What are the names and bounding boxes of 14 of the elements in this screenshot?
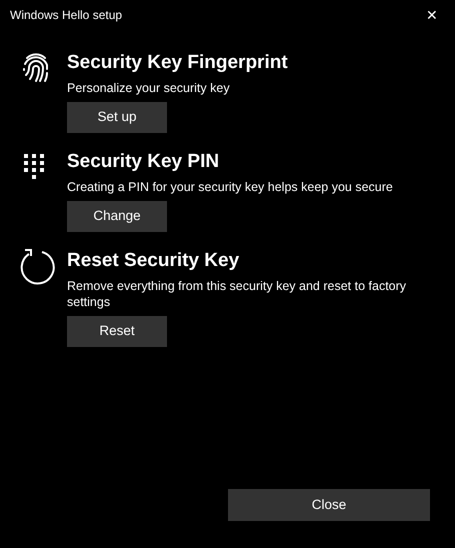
action-button[interactable]: Change [67,201,167,232]
close-dialog-button[interactable]: Close [228,489,430,521]
close-button[interactable]: ✕ [409,0,455,30]
fingerprint-icon [22,52,50,84]
action-button[interactable]: Reset [67,316,167,347]
section-heading: Security Key Fingerprint [67,51,289,75]
window-title: Windows Hello setup [10,7,122,24]
section-description: Remove everything from this security key and reset to factory settings [67,278,408,310]
section-heading: Reset Security Key [67,249,240,273]
section-description: Personalize your security key [67,80,231,96]
action-button[interactable]: Set up [67,102,167,133]
section-heading: Security Key PIN [67,150,220,174]
section-description: Creating a PIN for your security key helps keep you secure [67,179,394,195]
reset-icon [19,248,57,286]
